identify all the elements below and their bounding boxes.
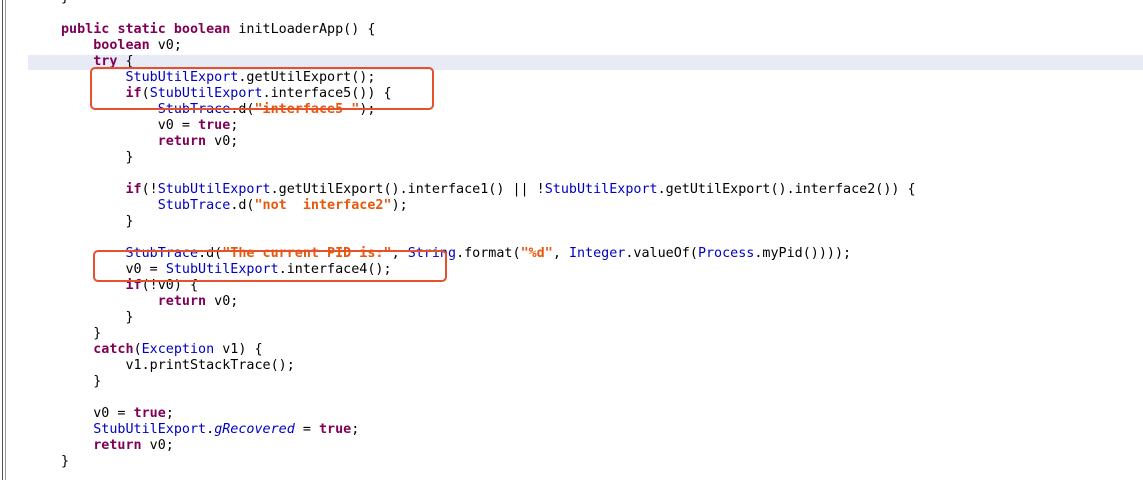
code-line: StubTrace.d("not interface2"); bbox=[157, 198, 408, 213]
annotation-box-2 bbox=[93, 250, 447, 282]
editor-gutter-border bbox=[5, 0, 6, 480]
code-line: } bbox=[61, 310, 134, 325]
editor-left-border bbox=[2, 0, 3, 480]
code-editor[interactable]: } public static boolean initLoaderApp() … bbox=[0, 0, 1143, 480]
annotation-box-1 bbox=[90, 67, 434, 110]
code-line: boolean v0; bbox=[93, 38, 182, 53]
code-line: } bbox=[61, 374, 102, 389]
code-line: StubUtilExport.gRecovered = true; bbox=[93, 422, 360, 437]
code-line: } bbox=[61, 326, 102, 341]
code-line: return v0; bbox=[157, 134, 239, 149]
code-line: catch(Exception v1) { bbox=[93, 342, 263, 357]
code-line: return v0; bbox=[93, 438, 174, 453]
code-line: v1.printStackTrace(); bbox=[61, 358, 295, 373]
code-line: v0 = true; bbox=[61, 406, 174, 421]
code-line: public static boolean initLoaderApp() { bbox=[61, 22, 376, 37]
code-line: return v0; bbox=[157, 294, 239, 309]
code-line: if(!StubUtilExport.getUtilExport().inter… bbox=[125, 182, 916, 197]
code-line: } bbox=[61, 214, 134, 229]
code-line: } bbox=[61, 150, 134, 165]
code-line: v0 = true; bbox=[61, 118, 239, 133]
code-line: } bbox=[61, 454, 70, 469]
